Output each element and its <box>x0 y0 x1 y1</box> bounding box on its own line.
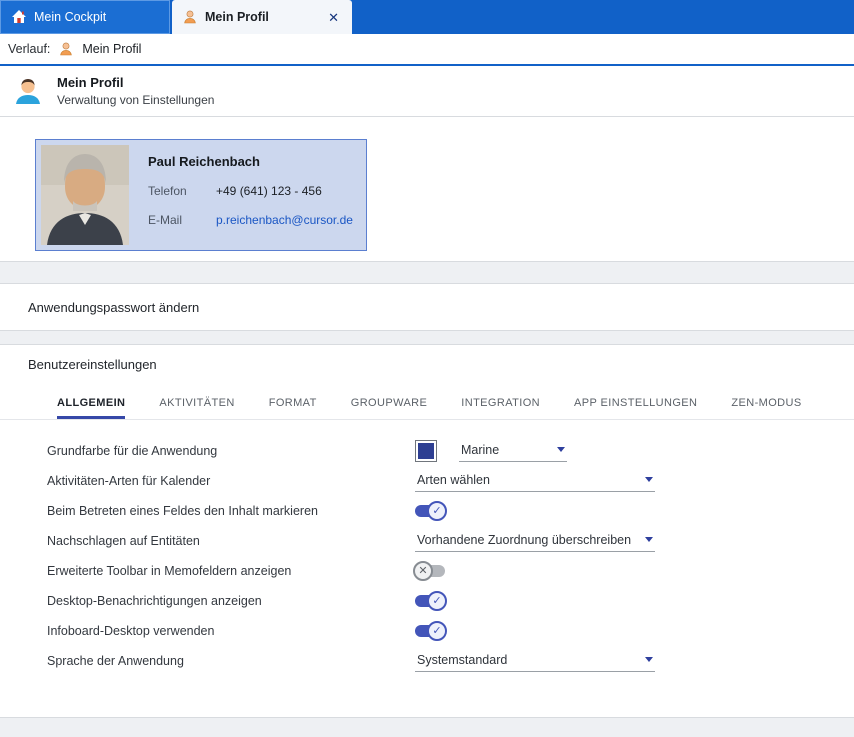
chevron-down-icon <box>645 477 653 482</box>
tab-mein-cockpit[interactable]: Mein Cockpit <box>0 0 170 34</box>
breadcrumb-label: Verlauf: <box>8 42 50 56</box>
close-icon: ✕ <box>413 561 433 581</box>
tab-mein-profil[interactable]: Mein Profil ✕ <box>172 0 352 34</box>
setting-row-inhalt-markieren: Beim Betreten eines Feldes den Inhalt ma… <box>0 496 854 526</box>
settings-rows: Grundfarbe für die Anwendung Marine Akti… <box>0 436 854 676</box>
setting-row-desktop-benachrichtigungen: Desktop-Benachrichtigungen anzeigen ✓ <box>0 586 854 616</box>
phone-value: +49 (641) 123 - 456 <box>216 184 322 198</box>
section-password-change[interactable]: Anwendungspasswort ändern <box>0 283 854 331</box>
grundfarbe-select[interactable]: Marine <box>459 441 567 462</box>
setting-row-infoboard-desktop: Infoboard-Desktop verwenden ✓ <box>0 616 854 646</box>
nachschlagen-select[interactable]: Vorhandene Zuordnung überschreiben <box>415 531 655 552</box>
phone-label: Telefon <box>148 184 216 198</box>
page-subtitle: Verwaltung von Einstellungen <box>57 93 214 107</box>
profile-card[interactable]: Paul Reichenbach Telefon +49 (641) 123 -… <box>35 139 367 251</box>
panel-gap <box>0 331 854 344</box>
inhalt-markieren-toggle[interactable]: ✓ <box>415 503 445 519</box>
page-title: Mein Profil <box>57 75 214 90</box>
profile-avatar-icon <box>12 75 44 107</box>
tab-label: Mein Profil <box>205 10 269 24</box>
tab-aktivitaeten[interactable]: AKTIVITÄTEN <box>159 389 234 419</box>
browser-tab-bar: Mein Cockpit Mein Profil ✕ <box>0 0 854 34</box>
color-swatch[interactable] <box>415 440 437 462</box>
breadcrumb: Verlauf: Mein Profil <box>0 34 854 66</box>
tab-integration[interactable]: INTEGRATION <box>461 389 540 419</box>
check-icon: ✓ <box>427 591 447 611</box>
tab-app-einstellungen[interactable]: APP EINSTELLUNGEN <box>574 389 697 419</box>
setting-row-grundfarbe: Grundfarbe für die Anwendung Marine <box>0 436 854 466</box>
setting-row-aktivitaeten-arten: Aktivitäten-Arten für Kalender Arten wäh… <box>0 466 854 496</box>
section-user-settings: Benutzereinstellungen ALLGEMEIN AKTIVITÄ… <box>0 344 854 718</box>
person-icon <box>58 41 74 57</box>
profile-card-text: Paul Reichenbach Telefon +49 (641) 123 -… <box>148 140 353 250</box>
tab-allgemein[interactable]: ALLGEMEIN <box>57 389 125 419</box>
setting-row-erweiterte-toolbar: Erweiterte Toolbar in Memofeldern anzeig… <box>0 556 854 586</box>
chevron-down-icon <box>645 657 653 662</box>
email-label: E-Mail <box>148 213 216 227</box>
desktop-benachrichtigungen-toggle[interactable]: ✓ <box>415 593 445 609</box>
settings-tabs: ALLGEMEIN AKTIVITÄTEN FORMAT GROUPWARE I… <box>0 389 854 420</box>
password-section-title: Anwendungspasswort ändern <box>28 300 199 315</box>
email-link[interactable]: p.reichenbach@cursor.de <box>216 213 353 227</box>
check-icon: ✓ <box>427 501 447 521</box>
home-icon <box>11 9 27 25</box>
setting-row-nachschlagen: Nachschlagen auf Entitäten Vorhandene Zu… <box>0 526 854 556</box>
tab-label: Mein Cockpit <box>34 10 106 24</box>
chevron-down-icon <box>557 447 565 452</box>
sprache-select[interactable]: Systemstandard <box>415 651 655 672</box>
profile-name: Paul Reichenbach <box>148 154 353 169</box>
settings-section-title: Benutzereinstellungen <box>0 357 854 385</box>
infoboard-desktop-toggle[interactable]: ✓ <box>415 623 445 639</box>
tab-zen-modus[interactable]: ZEN-MODUS <box>731 389 801 419</box>
check-icon: ✓ <box>427 621 447 641</box>
breadcrumb-item-mein-profil[interactable]: Mein Profil <box>82 42 141 56</box>
person-icon <box>182 9 198 25</box>
tab-format[interactable]: FORMAT <box>269 389 317 419</box>
page-header: Mein Profil Verwaltung von Einstellungen <box>0 66 854 117</box>
profile-photo <box>41 145 129 245</box>
aktivitaeten-arten-select[interactable]: Arten wählen <box>415 471 655 492</box>
close-icon[interactable]: ✕ <box>325 9 342 26</box>
chevron-down-icon <box>645 537 653 542</box>
page-header-titles: Mein Profil Verwaltung von Einstellungen <box>57 75 214 107</box>
phone-row: Telefon +49 (641) 123 - 456 <box>148 184 353 198</box>
panel-gap <box>0 262 854 283</box>
erweiterte-toolbar-toggle[interactable]: ✕ <box>415 563 445 579</box>
tab-groupware[interactable]: GROUPWARE <box>351 389 428 419</box>
setting-row-sprache: Sprache der Anwendung Systemstandard <box>0 646 854 676</box>
profile-card-panel: Paul Reichenbach Telefon +49 (641) 123 -… <box>0 117 854 262</box>
email-row: E-Mail p.reichenbach@cursor.de <box>148 213 353 227</box>
